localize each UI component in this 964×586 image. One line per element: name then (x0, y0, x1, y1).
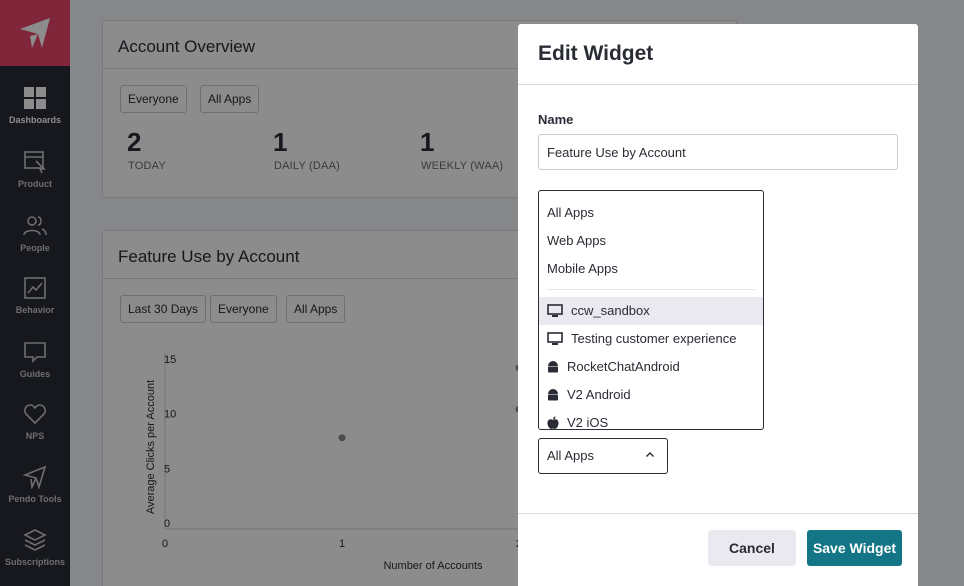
apple-icon (547, 415, 559, 429)
dropdown-option-v2-android[interactable]: V2 Android (539, 381, 763, 409)
desktop-icon (547, 303, 563, 319)
option-label: All Apps (547, 205, 594, 220)
dropdown-option-web-apps[interactable]: Web Apps (539, 227, 763, 255)
option-label: RocketChatAndroid (567, 359, 680, 374)
dropdown-option-mobile-apps[interactable]: Mobile Apps (539, 255, 763, 283)
android-icon (547, 359, 559, 375)
option-label: Web Apps (547, 233, 607, 248)
divider (518, 513, 918, 514)
desktop-icon (547, 331, 563, 347)
name-input[interactable] (538, 134, 898, 170)
app-select[interactable]: All Apps (538, 438, 668, 474)
select-value: All Apps (547, 448, 594, 463)
cancel-button[interactable]: Cancel (708, 530, 796, 566)
dropdown-option-rocketchatandroid[interactable]: RocketChatAndroid (539, 353, 763, 381)
option-label: ccw_sandbox (571, 303, 650, 318)
option-label: V2 iOS (567, 415, 609, 430)
option-label: V2 Android (567, 387, 631, 402)
app-dropdown-list[interactable]: All Apps Web Apps Mobile Apps ccw_sandbo… (538, 190, 764, 430)
divider (518, 84, 918, 85)
option-label: Mobile Apps (547, 261, 618, 276)
option-label: Testing customer experience (571, 331, 737, 346)
dropdown-separator (547, 289, 755, 290)
android-icon (547, 387, 559, 403)
modal-title: Edit Widget (538, 42, 654, 65)
name-label: Name (538, 112, 574, 127)
dropdown-option-ccw-sandbox[interactable]: ccw_sandbox (539, 297, 763, 325)
save-widget-button[interactable]: Save Widget (807, 530, 902, 566)
dropdown-option-all-apps[interactable]: All Apps (539, 199, 763, 227)
dropdown-option-testing-customer-experience[interactable]: Testing customer experience (539, 325, 763, 353)
chevron-up-icon (645, 439, 655, 473)
edit-widget-modal: Edit Widget Name All Apps Web Apps Mobil… (518, 24, 918, 586)
dropdown-option-v2-ios[interactable]: V2 iOS (539, 409, 763, 430)
